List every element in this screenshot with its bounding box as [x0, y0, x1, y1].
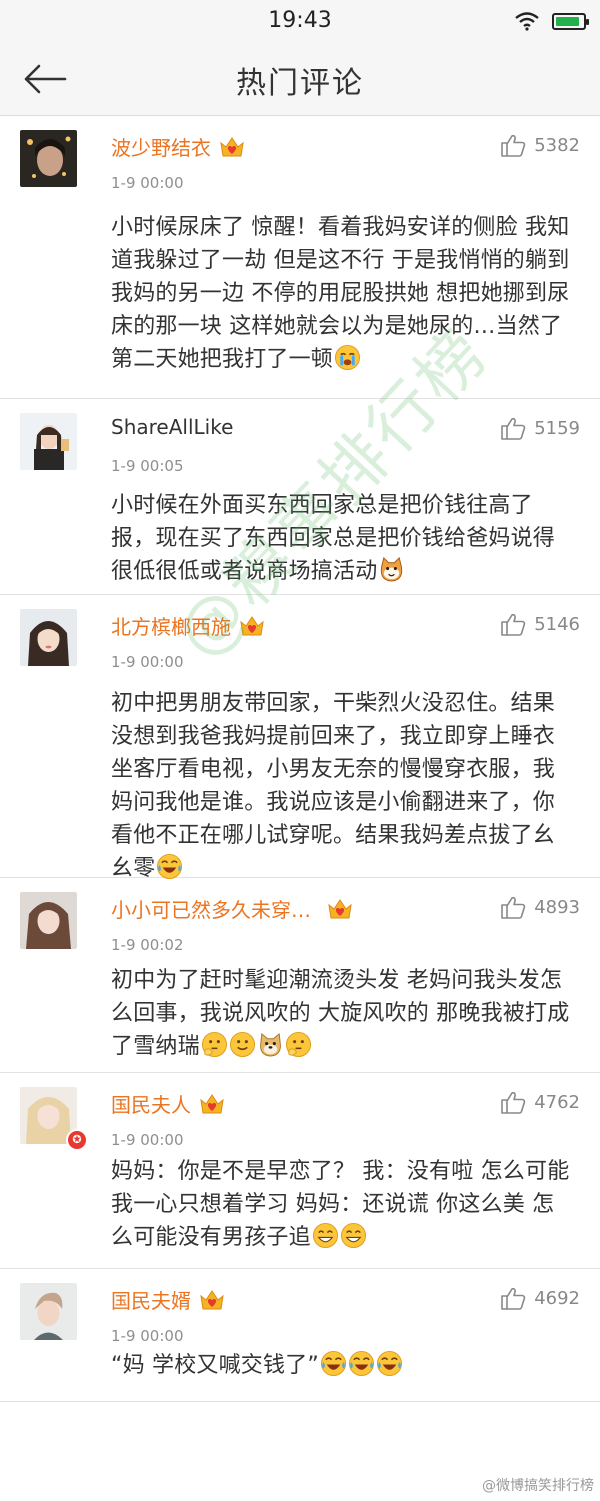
page-title: 热门评论	[236, 66, 364, 101]
wifi-icon	[515, 12, 539, 31]
grin-emoji	[312, 1222, 338, 1249]
comment-body: 初中为了赶时髦迎潮流烫头发 老妈问我头发怎么回事，我说风吹的 大旋风吹的 那晚我…	[111, 968, 570, 1059]
status-icons	[514, 11, 589, 31]
vip-crown-icon	[200, 1093, 224, 1113]
battery-icon	[552, 12, 589, 30]
avatar[interactable]	[20, 892, 77, 949]
timestamp: 1-9 00:00	[111, 653, 184, 671]
like-count: 4893	[534, 897, 580, 918]
comment-text: 妈妈：你是不是早恋了？ 我：没有啦 怎么可能 我一心只想着学习 妈妈：还说谎 你…	[111, 1155, 570, 1254]
cat-emoji	[381, 556, 403, 582]
footer-watermark: @微博搞笑排行榜	[482, 1478, 594, 1494]
thumbs-up-icon	[501, 1091, 526, 1114]
avatar[interactable]	[20, 1283, 77, 1340]
user-line: 小小可已然多久未穿…	[111, 894, 353, 923]
comment-text: 小时候在外面买东西回家总是把价钱往高了报，现在买了东西回家总是把价钱给爸妈说得很…	[111, 489, 570, 588]
like-count: 4692	[534, 1288, 580, 1309]
thinking-emoji	[201, 1031, 227, 1058]
battery-fill	[556, 16, 579, 26]
like-count: 5146	[534, 614, 580, 635]
like-button[interactable]: 4692	[500, 1286, 580, 1311]
laugh-tears-emoji	[376, 1350, 403, 1377]
vip-crown-icon	[328, 898, 352, 918]
vip-crown-icon	[220, 136, 244, 156]
vip-crown-icon	[200, 1289, 224, 1309]
comment-item: 北方槟榔西施 1-9 00:00 5146 初中把男朋友带回家，干柴烈火没忍住。…	[0, 595, 600, 881]
grin-emoji	[340, 1222, 366, 1249]
status-time: 19:43	[268, 8, 332, 33]
comment-body: “妈 学校又喊交钱了”	[111, 1353, 319, 1378]
like-button[interactable]: 5159	[500, 416, 580, 441]
avatar-image	[20, 609, 77, 666]
like-button[interactable]: 4893	[500, 895, 580, 920]
like-button[interactable]: 5146	[500, 612, 580, 637]
like-button[interactable]: 4762	[500, 1090, 580, 1115]
comment-item: 波少野结衣 1-9 00:00 5382 小时候尿床了 惊醒！看着我妈安详的侧脸…	[0, 116, 600, 399]
avatar[interactable]	[20, 130, 77, 187]
avatar[interactable]	[20, 609, 77, 666]
nav-bar: 热门评论	[0, 44, 600, 116]
like-button[interactable]: 5382	[500, 133, 580, 158]
comment-text: 小时候尿床了 惊醒！看着我妈安详的侧脸 我知道我躲过了一劫 但是这不行 于是我悄…	[111, 211, 570, 376]
laugh-tears-emoji	[157, 853, 183, 880]
comment-item: 小小可已然多久未穿… 1-9 00:02 4893 初中为了赶时髦迎潮流烫头发 …	[0, 878, 600, 1073]
avatar[interactable]	[20, 413, 77, 470]
laugh-tears-emoji	[320, 1350, 347, 1377]
like-count: 5382	[534, 135, 580, 156]
comment-list: 波少野结衣 1-9 00:00 5382 小时候尿床了 惊醒！看着我妈安详的侧脸…	[0, 116, 600, 1402]
thumbs-up-icon	[501, 613, 526, 636]
crying-emoji	[334, 344, 361, 371]
vip-crown-icon	[240, 615, 264, 635]
timestamp: 1-9 00:00	[111, 1131, 184, 1149]
avatar-image	[20, 1283, 77, 1340]
user-line: 波少野结衣	[111, 132, 245, 161]
laugh-tears-emoji	[348, 1350, 375, 1377]
smile-emoji	[229, 1031, 255, 1058]
user-line: 国民夫婿	[111, 1285, 225, 1314]
thinking-emoji	[285, 1031, 311, 1058]
user-line: 国民夫人	[111, 1089, 225, 1118]
user-line: 北方槟榔西施	[111, 611, 265, 640]
thumbs-up-icon	[501, 134, 526, 157]
thumbs-up-icon	[501, 1287, 526, 1310]
comment-text: “妈 学校又喊交钱了”	[111, 1349, 570, 1382]
timestamp: 1-9 00:00	[111, 174, 184, 192]
comment-item: ShareAllLike 1-9 00:05 5159 小时候在外面买东西回家总…	[0, 399, 600, 595]
avatar-image	[20, 413, 77, 470]
thumbs-up-icon	[501, 417, 526, 440]
username[interactable]: 国民夫婿	[111, 1285, 191, 1314]
username[interactable]: 波少野结衣	[111, 132, 211, 161]
comment-item: ✪ 国民夫人 1-9 00:00 4762 妈妈：你是不是早恋了？ 我：没有啦 …	[0, 1073, 600, 1269]
user-line: ShareAllLike	[111, 415, 233, 439]
doge-emoji	[259, 1032, 281, 1057]
verified-badge-icon: ✪	[66, 1129, 88, 1151]
like-count: 5159	[534, 418, 580, 439]
username[interactable]: 北方槟榔西施	[111, 611, 231, 640]
avatar-image	[20, 130, 77, 187]
timestamp: 1-9 00:02	[111, 936, 184, 954]
username[interactable]: 小小可已然多久未穿…	[111, 894, 311, 923]
comment-body: 小时候在外面买东西回家总是把价钱往高了报，现在买了东西回家总是把价钱给爸妈说得很…	[111, 493, 556, 584]
comment-item: 国民夫婿 1-9 00:00 4692 “妈 学校又喊交钱了”	[0, 1269, 600, 1402]
like-count: 4762	[534, 1092, 580, 1113]
status-bar: 19:43	[0, 0, 600, 44]
thumbs-up-icon	[501, 896, 526, 919]
timestamp: 1-9 00:05	[111, 457, 184, 475]
comment-text: 初中把男朋友带回家，干柴烈火没忍住。结果没想到我爸我妈提前回来了，我立即穿上睡衣…	[111, 687, 570, 885]
comment-text: 初中为了赶时髦迎潮流烫头发 老妈问我头发怎么回事，我说风吹的 大旋风吹的 那晚我…	[111, 964, 570, 1063]
timestamp: 1-9 00:00	[111, 1327, 184, 1345]
username[interactable]: 国民夫人	[111, 1089, 191, 1118]
avatar-image	[20, 892, 77, 949]
username[interactable]: ShareAllLike	[111, 415, 233, 439]
